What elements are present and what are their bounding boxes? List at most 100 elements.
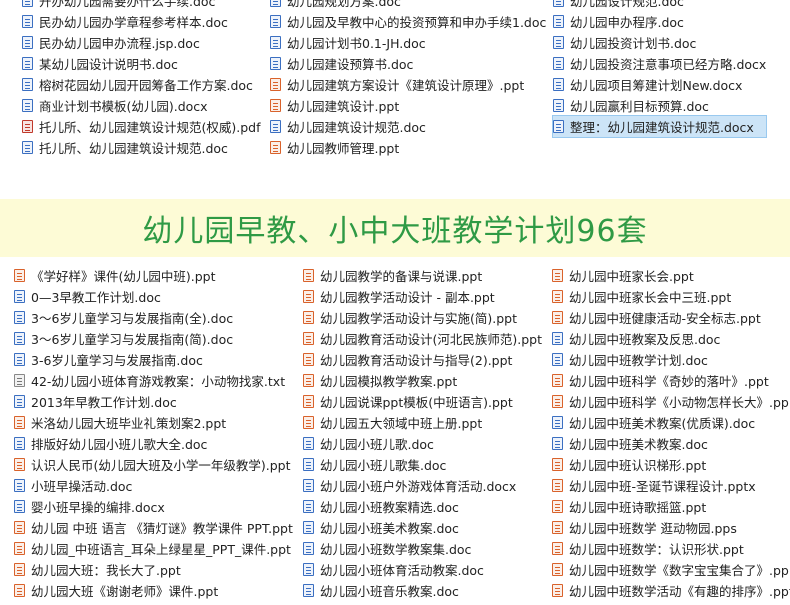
doc-file-icon xyxy=(14,332,25,345)
doc-file-icon xyxy=(270,36,281,49)
banner-title: 幼儿园早教、小中大班教学计划96套 xyxy=(142,214,648,249)
file-name: 某幼儿园设计说明书.doc xyxy=(39,57,178,72)
file-item[interactable]: 幼儿园中班科学《奇妙的落叶》.ppt xyxy=(552,370,790,391)
file-item[interactable]: 0—3早教工作计划.doc xyxy=(14,286,293,307)
file-name: 米洛幼儿园大班毕业礼策划案2.ppt xyxy=(31,416,227,431)
file-item[interactable]: 幼儿园赢利目标预算.doc xyxy=(553,95,766,116)
file-item[interactable]: 幼儿园计划书0.1-JH.doc xyxy=(270,32,546,53)
file-item[interactable]: 幼儿园中班科学《小动物怎样长大》.pp xyxy=(552,391,790,412)
file-item[interactable]: 幼儿园及早教中心的投资预算和申办手续1.doc xyxy=(270,11,546,32)
file-item[interactable]: 幼儿园教学的备课与说课.ppt xyxy=(303,265,542,286)
file-item[interactable]: 榕树花园幼儿园开园筹备工作方案.doc xyxy=(22,74,261,95)
file-item[interactable]: 认识人民币(幼儿园大班及小学一年级教学).ppt xyxy=(14,454,293,475)
file-item[interactable]: 3-6岁儿童学习与发展指南.doc xyxy=(14,349,293,370)
file-item[interactable]: 幼儿园教学活动设计与实施(简).ppt xyxy=(303,307,542,328)
doc-file-icon xyxy=(552,353,563,366)
file-item[interactable]: 幼儿园中班美术教案.doc xyxy=(552,433,790,454)
file-name: 幼儿园教学活动设计与实施(简).ppt xyxy=(320,311,517,326)
ppt-file-icon xyxy=(303,311,314,324)
file-item[interactable]: 42-幼儿园小班体育游戏教案：小动物找家.txt xyxy=(14,370,293,391)
file-name: 幼儿园中班家长会.ppt xyxy=(569,269,694,284)
file-item[interactable]: 商业计划书模板(幼儿园).docx xyxy=(22,95,261,116)
file-name: 幼儿园小班户外游戏体育活动.docx xyxy=(320,479,517,494)
file-name: 托儿所、幼儿园建筑设计规范(权威).pdf xyxy=(39,120,261,135)
file-item[interactable]: 某幼儿园设计说明书.doc xyxy=(22,53,261,74)
file-item[interactable]: 民办幼儿园办学章程参考样本.doc xyxy=(22,11,261,32)
file-item[interactable]: 幼儿园教育活动设计与指导(2).ppt xyxy=(303,349,542,370)
file-name: 幼儿园及早教中心的投资预算和申办手续1.doc xyxy=(287,15,547,30)
file-name: 42-幼儿园小班体育游戏教案：小动物找家.txt xyxy=(31,374,286,389)
file-item[interactable]: 幼儿园小班儿歌集.doc xyxy=(303,454,542,475)
file-item[interactable]: 幼儿园中班认识梯形.ppt xyxy=(552,454,790,475)
file-item[interactable]: 幼儿园中班-圣诞节课程设计.pptx xyxy=(552,475,790,496)
file-item[interactable]: 幼儿园设计规范.doc xyxy=(553,0,766,11)
file-item[interactable]: 幼儿园_中班语言_耳朵上绿星星_PPT_课件.ppt xyxy=(14,538,293,559)
file-item[interactable]: 幼儿园项目筹建计划New.docx xyxy=(553,74,766,95)
file-item[interactable]: 幼儿园中班教学计划.doc xyxy=(552,349,790,370)
file-item[interactable]: 幼儿园 中班 语言 《猜灯谜》教学课件 PPT.ppt xyxy=(14,517,293,538)
file-item[interactable]: 幼儿园中班诗歌摇篮.ppt xyxy=(552,496,790,517)
file-name: 幼儿园建筑设计.ppt xyxy=(287,99,400,114)
file-item[interactable]: 幼儿园申办程序.doc xyxy=(553,11,766,32)
file-name: 民办幼儿园办学章程参考样本.doc xyxy=(39,15,228,30)
file-item[interactable]: 幼儿园投资计划书.doc xyxy=(553,32,766,53)
doc-file-icon xyxy=(22,0,33,7)
file-item[interactable]: 婴小班早操的编排.docx xyxy=(14,496,293,517)
file-item[interactable]: 幼儿园建筑设计.ppt xyxy=(270,95,546,116)
file-item[interactable]: 幼儿园中班家长会.ppt xyxy=(552,265,790,286)
file-item[interactable]: 幼儿园教育活动设计(河北民族师范).ppt xyxy=(303,328,542,349)
file-item[interactable]: 幼儿园小班户外游戏体育活动.docx xyxy=(303,475,542,496)
file-item[interactable]: 幼儿园模拟教学教案.ppt xyxy=(303,370,542,391)
file-name: 幼儿园计划书0.1-JH.doc xyxy=(287,36,426,51)
file-item[interactable]: 托儿所、幼儿园建筑设计规范.doc xyxy=(22,137,261,158)
file-item[interactable]: 小班早操活动.doc xyxy=(14,475,293,496)
doc-file-icon xyxy=(22,15,33,28)
file-item[interactable]: 幼儿园中班数学《数字宝宝集合了》.pp xyxy=(552,559,790,580)
file-item[interactable]: 2013年早教工作计划.doc xyxy=(14,391,293,412)
file-item[interactable]: 幼儿园中班教案及反思.doc xyxy=(552,328,790,349)
file-item[interactable]: 幼儿园中班数学 逛动物园.pps xyxy=(552,517,790,538)
ppt-file-icon xyxy=(303,374,314,387)
file-item[interactable]: 幼儿园投资注意事项已经方略.docx xyxy=(553,53,766,74)
file-item[interactable]: 幼儿园中班美术教案(优质课).doc xyxy=(552,412,790,433)
file-item[interactable]: 幼儿园大班《谢谢老师》课件.ppt xyxy=(14,580,293,601)
file-item[interactable]: 幼儿园小班数学教案集.doc xyxy=(303,538,542,559)
file-item[interactable]: 幼儿园教师管理.ppt xyxy=(270,137,546,158)
doc-file-icon xyxy=(14,395,25,408)
file-name: 幼儿园中班美术教案.doc xyxy=(569,437,708,452)
bottom-column-1: 《学好样》课件(幼儿园中班).ppt 0—3早教工作计划.doc 3～6岁儿童学习与… xyxy=(14,265,293,601)
ppt-file-icon xyxy=(552,584,563,597)
file-name: 幼儿园申办程序.doc xyxy=(570,15,684,30)
file-item[interactable]: 幼儿园五大领域中班上册.ppt xyxy=(303,412,542,433)
file-item[interactable]: 幼儿园小班美术教案.doc xyxy=(303,517,542,538)
file-item[interactable]: 幼儿园小班音乐教案.doc xyxy=(303,580,542,601)
file-item[interactable]: 幼儿园小班体育活动教案.doc xyxy=(303,559,542,580)
ppt-file-icon xyxy=(552,563,563,576)
file-item[interactable]: 整理：幼儿园建筑设计规范.docx xyxy=(551,115,768,138)
file-item[interactable]: 3～6岁儿童学习与发展指南(简).doc xyxy=(14,328,293,349)
ppt-file-icon xyxy=(270,141,281,154)
ppt-file-icon xyxy=(552,542,563,555)
file-item[interactable]: 民办幼儿园申办流程.jsp.doc xyxy=(22,32,261,53)
file-name: 幼儿园教学的备课与说课.ppt xyxy=(320,269,483,284)
file-item[interactable]: 米洛幼儿园大班毕业礼策划案2.ppt xyxy=(14,412,293,433)
file-item[interactable]: 3～6岁儿童学习与发展指南(全).doc xyxy=(14,307,293,328)
file-item[interactable]: 《学好样》课件(幼儿园中班).ppt xyxy=(14,265,293,286)
file-item[interactable]: 幼儿园中班家长会中三班.ppt xyxy=(552,286,790,307)
file-item[interactable]: 幼儿园小班儿歌.doc xyxy=(303,433,542,454)
file-item[interactable]: 幼儿园中班数学活动《有趣的排序》.ppt xyxy=(552,580,790,601)
file-item[interactable]: 幼儿园大班：我长大了.ppt xyxy=(14,559,293,580)
file-item[interactable]: 幼儿园小班教案精选.doc xyxy=(303,496,542,517)
file-item[interactable]: 幼儿园建筑设计规范.doc xyxy=(270,116,546,137)
file-item[interactable]: 幼儿园建设预算书.doc xyxy=(270,53,546,74)
file-item[interactable]: 幼儿园中班健康活动-安全标志.ppt xyxy=(552,307,790,328)
file-item[interactable]: 排版好幼儿园小班儿歌大全.doc xyxy=(14,433,293,454)
file-item[interactable]: 幼儿园规划方案.doc xyxy=(270,0,546,11)
file-item[interactable]: 幼儿园建筑方案设计《建筑设计原理》.ppt xyxy=(270,74,546,95)
file-item[interactable]: 幼儿园中班数学：认识形状.ppt xyxy=(552,538,790,559)
file-item[interactable]: 幼儿园说课ppt模板(中班语言).ppt xyxy=(303,391,542,412)
file-item[interactable]: 幼儿园教学活动设计 - 副本.ppt xyxy=(303,286,542,307)
file-item[interactable]: 开办幼儿园需要办什么手续.doc xyxy=(22,0,261,11)
file-item[interactable]: 托儿所、幼儿园建筑设计规范(权威).pdf xyxy=(22,116,261,137)
file-name: 幼儿园中班健康活动-安全标志.ppt xyxy=(569,311,761,326)
